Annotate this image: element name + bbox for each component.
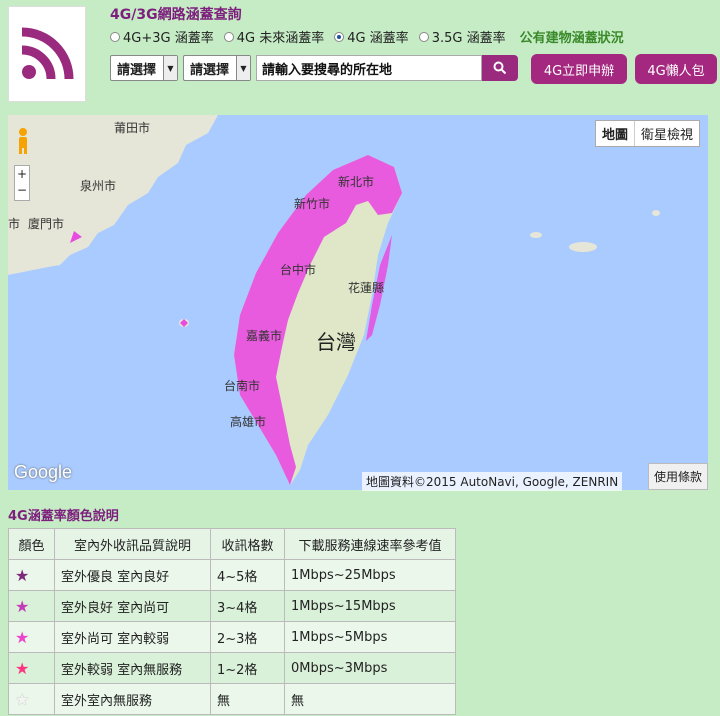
star-icon: ★ <box>8 590 55 622</box>
map-label-partial: 市 <box>8 217 21 231</box>
header-quality: 室內外收訊品質說明 <box>54 528 211 560</box>
map-label-hualian: 花蓮縣 <box>348 281 385 295</box>
street-view-pegman-icon[interactable] <box>16 127 30 155</box>
zoom-in-button[interactable]: + <box>15 166 29 182</box>
apply-4g-button[interactable]: 4G立即申辦 <box>531 54 627 84</box>
search-placeholder: 請輸入要搜尋的所在地 <box>262 62 393 78</box>
header-color: 顏色 <box>8 528 55 560</box>
star-icon: ★ <box>8 621 55 653</box>
header-bars: 收訊格數 <box>210 528 285 560</box>
legend-desc: 室外尚可 室內較弱 <box>54 621 211 653</box>
public-building-link[interactable]: 公有建物涵蓋狀況 <box>520 27 624 46</box>
zoom-out-button[interactable]: − <box>15 182 29 198</box>
map-label-jiayi: 嘉義市 <box>246 329 283 343</box>
rss-logo-icon <box>8 6 86 102</box>
map-type-map[interactable]: 地圖 <box>596 121 636 146</box>
radio-label: 4G 涵蓋率 <box>347 31 409 46</box>
legend-row: ★ 室外較弱 室內無服務 1~2格 0Mbps~3Mbps <box>8 652 456 684</box>
legend-bars: 4~5格 <box>210 559 285 591</box>
chevron-down-icon[interactable]: ▼ <box>163 56 177 80</box>
radio-4g-3g[interactable]: 4G+3G 涵蓋率 <box>110 27 214 46</box>
star-icon: ★ <box>8 559 55 591</box>
radio-label: 4G+3G 涵蓋率 <box>123 31 214 46</box>
map-label-tainan: 台南市 <box>224 379 261 393</box>
radio-button-checked-icon[interactable] <box>334 31 345 42</box>
legend-table: 顏色 室內外收訊品質說明 收訊格數 下載服務連線速率參考值 ★ 室外優良 室內良… <box>8 528 456 715</box>
radio-button-icon[interactable] <box>110 31 120 42</box>
chevron-down-icon[interactable]: ▼ <box>236 56 250 80</box>
google-logo: Google <box>14 462 73 482</box>
map-label-xinzhu: 新竹市 <box>294 197 331 211</box>
legend-bars: 3~4格 <box>210 590 285 622</box>
map-label-xiamen: 廈門市 <box>28 217 65 231</box>
legend-row: ★ 室外室內無服務 無 無 <box>8 683 456 715</box>
map-type-control: 地圖 衛星檢視 <box>595 120 701 147</box>
search-icon <box>493 61 507 75</box>
map-label-putian: 莆田市 <box>114 121 151 135</box>
legend-title: 4G涵蓋率顏色說明 <box>8 509 119 524</box>
zoom-control: + − <box>14 165 30 201</box>
radio-button-icon[interactable] <box>418 31 429 42</box>
coverage-type-options: 4G+3G 涵蓋率 4G 未來涵蓋率 4G 涵蓋率 3.5G 涵蓋率 公有建物涵… <box>110 27 624 46</box>
legend-speed: 1Mbps~25Mbps <box>284 559 456 591</box>
legend-desc: 室外優良 室內良好 <box>54 559 211 591</box>
legend-header-row: 顏色 室內外收訊品質說明 收訊格數 下載服務連線速率參考值 <box>8 528 456 560</box>
radio-label: 4G 未來涵蓋率 <box>236 31 325 46</box>
legend-row: ★ 室外尚可 室內較弱 2~3格 1Mbps~5Mbps <box>8 621 456 653</box>
page-title: 4G/3G網路涵蓋查詢 <box>110 7 242 23</box>
map-label-gaoxiong: 高雄市 <box>230 415 267 429</box>
legend-bars: 無 <box>210 683 285 715</box>
radio-4g[interactable]: 4G 涵蓋率 <box>334 27 409 46</box>
legend-speed: 1Mbps~15Mbps <box>284 590 456 622</box>
legend-row: ★ 室外良好 室內尚可 3~4格 1Mbps~15Mbps <box>8 590 456 622</box>
map-type-satellite[interactable]: 衛星檢視 <box>635 121 699 146</box>
map-attribution: 地圖資料©2015 AutoNavi, Google, ZENRIN <box>362 472 623 491</box>
header-speed: 下載服務連線速率參考值 <box>284 528 456 560</box>
radio-label: 3.5G 涵蓋率 <box>431 31 506 46</box>
legend-speed: 1Mbps~5Mbps <box>284 621 456 653</box>
radio-3-5g[interactable]: 3.5G 涵蓋率 <box>418 27 506 46</box>
radio-button-icon[interactable] <box>223 31 234 42</box>
map-label-xinbei: 新北市 <box>338 175 375 189</box>
radio-4g-future[interactable]: 4G 未來涵蓋率 <box>223 27 325 46</box>
map-label-taiwan: 台灣 <box>316 330 356 354</box>
star-icon: ★ <box>8 683 55 715</box>
map-canvas[interactable] <box>8 115 708 490</box>
4g-guide-button[interactable]: 4G懶人包 <box>635 54 717 84</box>
map-label-taizhong: 台中市 <box>280 263 317 277</box>
map-label-quanzhou: 泉州市 <box>80 179 117 193</box>
legend-row: ★ 室外優良 室內良好 4~5格 1Mbps~25Mbps <box>8 559 456 591</box>
city-select-value: 請選擇 <box>117 62 157 78</box>
search-input[interactable]: 請輸入要搜尋的所在地 <box>256 55 482 81</box>
legend-desc: 室外室內無服務 <box>54 683 211 715</box>
legend-bars: 1~2格 <box>210 652 285 684</box>
legend-speed: 無 <box>284 683 456 715</box>
coverage-map[interactable]: 莆田市 泉州市 市 廈門市 新北市 新竹市 台中市 花蓮縣 嘉義市 台南市 高雄… <box>8 115 708 490</box>
legend-desc: 室外良好 室內尚可 <box>54 590 211 622</box>
city-select[interactable]: 請選擇 ▼ <box>110 55 178 81</box>
district-select[interactable]: 請選擇 ▼ <box>183 55 251 81</box>
search-button[interactable] <box>482 55 518 81</box>
legend-bars: 2~3格 <box>210 621 285 653</box>
district-select-value: 請選擇 <box>190 62 230 78</box>
legend-speed: 0Mbps~3Mbps <box>284 652 456 684</box>
terms-of-use-link[interactable]: 使用條款 <box>648 463 708 490</box>
legend-desc: 室外較弱 室內無服務 <box>54 652 211 684</box>
star-icon: ★ <box>8 652 55 684</box>
